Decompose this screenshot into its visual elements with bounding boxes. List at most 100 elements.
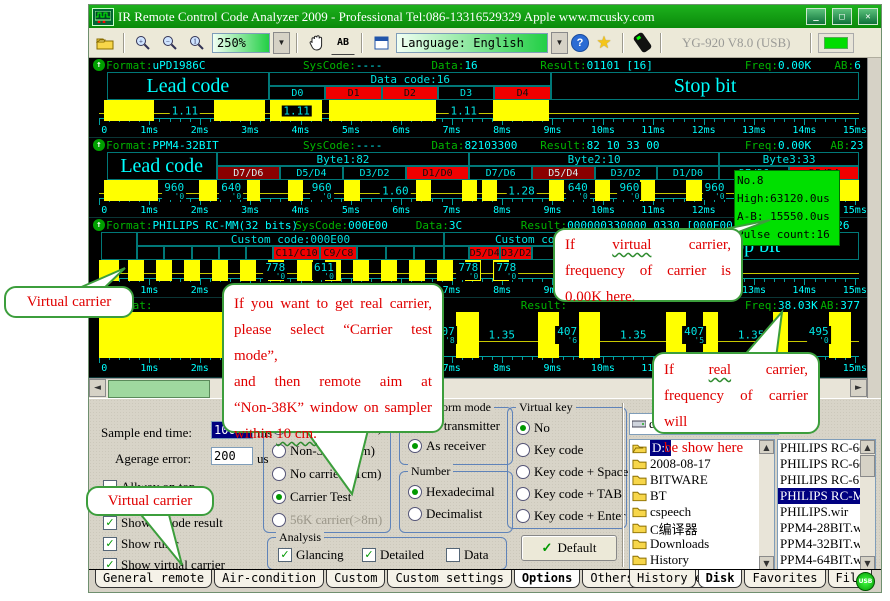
ruler-tick <box>734 119 735 122</box>
ruler-tick <box>744 279 745 282</box>
zoom-100-button[interactable]: 1 <box>185 31 209 55</box>
file-scrollbar[interactable]: ▲ ▼ <box>860 440 875 570</box>
zoom-in-button[interactable]: + <box>131 31 155 55</box>
file-scrollbar-thumb[interactable] <box>860 455 875 477</box>
open-file-button[interactable] <box>93 31 117 55</box>
number-radio[interactable]: Decimalist <box>408 506 482 521</box>
scroll-up-icon[interactable]: ▲ <box>860 440 875 454</box>
ruler-label: 7ms <box>443 125 461 136</box>
carrier-radio[interactable]: 56K carrier(>8m) <box>272 512 382 527</box>
row-expand-icon[interactable]: ↑ <box>93 59 105 71</box>
tab-custom-settings[interactable]: Custom settings <box>387 570 511 588</box>
scrollbar-thumb[interactable] <box>108 380 210 398</box>
ruler-label: 15ms <box>843 125 867 136</box>
tab-options[interactable]: Options <box>514 570 581 588</box>
language-select[interactable]: Language: English <box>396 33 548 53</box>
folder-item[interactable]: History <box>630 552 774 568</box>
file-item[interactable]: PPM4-28BIT.wir <box>778 520 860 536</box>
analysis-checkbox[interactable]: ✓Glancing <box>278 547 344 562</box>
number-radio[interactable]: Hexadecimal <box>408 484 495 499</box>
bit-cell: C11/C10 <box>273 246 320 260</box>
file-item[interactable]: PHILIPS RC-6.wir <box>778 472 860 488</box>
file-item[interactable]: PHILIPS RC-MM(32 bits).wir <box>778 488 860 504</box>
bit-cell: D1 <box>325 86 381 100</box>
check-icon: ✓ <box>542 540 553 556</box>
folder-item[interactable]: BITWARE <box>630 472 774 488</box>
toolbar: + − 1 250% ▼ AB Language: English ▼ ? ★ … <box>89 28 881 58</box>
zoom-level-dropdown-icon[interactable]: ▼ <box>273 32 290 54</box>
ab-measure-button[interactable]: AB <box>331 31 355 55</box>
analysis-checkbox[interactable]: ✓Detailed <box>362 547 424 562</box>
bit-cell: D5/D4 <box>532 166 594 180</box>
tab-disk[interactable]: Disk <box>698 570 743 588</box>
bottom-tab-bar: General remoteAir-conditionCustomCustom … <box>89 569 881 592</box>
virtual-key-radio[interactable]: Key code <box>516 442 583 457</box>
ruler-tick <box>643 119 644 122</box>
duration-label: 407'6 <box>555 326 579 344</box>
info-item: Freq:0.00K <box>745 139 811 152</box>
average-error-input[interactable] <box>211 447 253 465</box>
duration-label: 1.35 <box>487 330 518 341</box>
info-item: Data:3C <box>416 219 462 232</box>
zoom-level-select[interactable]: 250% <box>212 33 270 53</box>
pan-hand-button[interactable] <box>304 31 328 55</box>
virtual-key-radio[interactable]: Key code + Space <box>516 464 628 479</box>
maximize-button[interactable]: □ <box>832 8 852 25</box>
ruler-label: 7ms <box>443 285 461 296</box>
ruler-label: 15ms <box>843 205 867 216</box>
ruler-tick <box>260 199 261 202</box>
virtual-key-radio[interactable]: No <box>516 420 550 435</box>
window-layout-button[interactable] <box>369 31 393 55</box>
file-item[interactable]: PHILIPS.wir <box>778 504 860 520</box>
folder-item[interactable]: Downloads <box>630 536 774 552</box>
folder-item[interactable]: BT <box>630 488 774 504</box>
info-item: SysCode:---- <box>303 59 382 72</box>
ruler-label: 1ms <box>140 363 158 374</box>
scroll-down-icon[interactable]: ▼ <box>860 556 875 570</box>
waveform-row-1[interactable]: ↑Format:uPD1986CSysCode:----Data:16Resul… <box>89 58 867 138</box>
ruler-tick <box>522 279 523 282</box>
ruler-tick <box>845 279 846 282</box>
default-button[interactable]: ✓ Default <box>521 535 617 561</box>
tab-history[interactable]: History <box>629 570 696 588</box>
info-item: Data:82103300 <box>431 139 517 152</box>
duration-label: 1.11 <box>281 105 312 116</box>
ruler-label: 3ms <box>241 125 259 136</box>
pulse-block <box>344 180 359 201</box>
close-button[interactable]: ✕ <box>858 8 878 25</box>
info-item: SysCode:000E00 <box>295 219 388 232</box>
analysis-checkbox[interactable]: Data <box>446 547 489 562</box>
ruler-label: 15ms <box>843 285 867 296</box>
remote-control-icon[interactable] <box>630 31 654 55</box>
tab-air-condition[interactable]: Air-condition <box>214 570 324 588</box>
info-item: Format:PPM4-32BIT <box>106 139 219 152</box>
ruler-tick <box>381 199 382 202</box>
language-dropdown-icon[interactable]: ▼ <box>551 32 568 54</box>
help-icon[interactable]: ? <box>571 34 589 52</box>
virtual-key-radio[interactable]: Key code + Enter <box>516 508 625 523</box>
tab-custom[interactable]: Custom <box>326 570 385 588</box>
minimize-button[interactable]: _ <box>806 8 826 25</box>
row-expand-icon[interactable]: ↑ <box>93 139 105 151</box>
file-item[interactable]: PPM4-64BIT.wir <box>778 552 860 568</box>
duration-label: 778'0 <box>263 262 287 280</box>
duration-label: 960'0 <box>310 182 334 200</box>
scroll-left-icon[interactable]: ◄ <box>89 379 106 397</box>
byte-span-cell: Byte1:82 <box>217 152 469 166</box>
duration-label: 611'0 <box>312 262 336 280</box>
file-item[interactable]: PPM4-32BIT.wir <box>778 536 860 552</box>
virtual-key-radio[interactable]: Key code + TAB <box>516 486 622 501</box>
scroll-right-icon[interactable]: ► <box>850 379 867 397</box>
ruler-tick <box>673 119 674 122</box>
folder-item[interactable]: C编译器 <box>630 520 774 536</box>
tab-favorites[interactable]: Favorites <box>744 570 825 588</box>
bit-cell <box>192 246 219 260</box>
zoom-out-button[interactable]: − <box>158 31 182 55</box>
favorites-star-icon[interactable]: ★ <box>592 31 616 55</box>
ruler-tick <box>371 279 372 282</box>
scroll-down-icon[interactable]: ▼ <box>759 556 774 570</box>
bit-cell: D0 <box>269 86 325 100</box>
window-title: IR Remote Control Code Analyzer 2009 - P… <box>118 9 800 25</box>
row-expand-icon[interactable]: ↑ <box>93 219 105 231</box>
pulse-block <box>297 260 313 281</box>
